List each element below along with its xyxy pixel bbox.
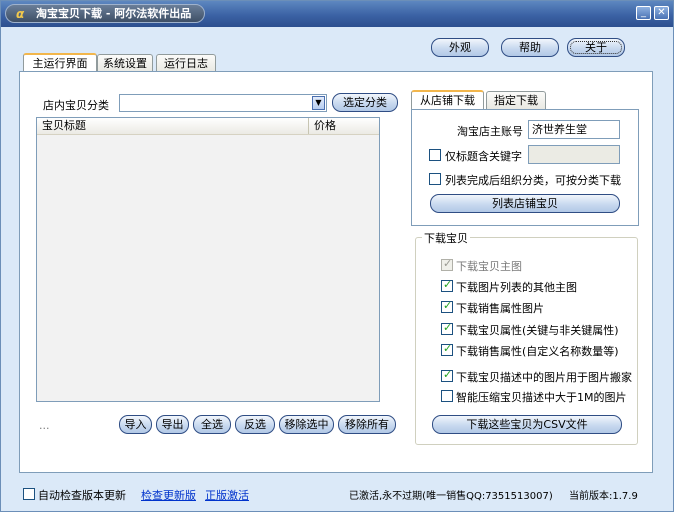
license-status-text: 已激活,永不过期(唯一销售QQ:7351513007)	[349, 491, 553, 502]
help-button[interactable]: 帮助	[501, 38, 559, 57]
download-csv-button[interactable]: 下载这些宝贝为CSV文件	[432, 415, 622, 434]
option-other-images-label: 下载图片列表的其他主图	[456, 281, 577, 294]
organize-checkbox[interactable]	[429, 173, 441, 185]
option-main-image-label: 下载宝贝主图	[456, 260, 522, 273]
store-account-label: 淘宝店主账号	[457, 125, 523, 138]
column-header-title[interactable]: 宝贝标题	[37, 118, 309, 134]
invert-selection-button[interactable]: 反选	[235, 415, 275, 434]
option-sale-attributes-checkbox[interactable]	[441, 342, 453, 356]
version-text: 当前版本:1.7.9	[569, 491, 638, 502]
keyword-input[interactable]	[528, 145, 620, 164]
check-update-link[interactable]: 检查更新版	[141, 487, 196, 503]
list-store-items-button[interactable]: 列表店铺宝贝	[430, 194, 620, 213]
option-description-images-label: 下载宝贝描述中的图片用于图片搬家	[456, 371, 632, 384]
option-main-image-checkbox[interactable]	[441, 257, 453, 271]
keyword-checkbox[interactable]	[429, 149, 441, 161]
category-select[interactable]: ▼	[119, 94, 327, 112]
list-status-ellipsis: ...	[39, 419, 50, 432]
tab-settings[interactable]: 系统设置	[97, 54, 153, 72]
option-sale-attributes-label: 下载销售属性(自定义名称数量等)	[456, 345, 619, 358]
remove-selected-button[interactable]: 移除选中	[279, 415, 334, 434]
option-compress-images-label: 智能压缩宝贝描述中大于1M的图片	[456, 391, 627, 404]
activate-link[interactable]: 正版激活	[205, 487, 249, 503]
auto-update-checkbox[interactable]	[23, 488, 35, 500]
tab-store-download[interactable]: 从店铺下载	[411, 90, 484, 110]
app-logo-icon: α	[16, 7, 25, 21]
store-account-input[interactable]: 济世养生堂	[528, 120, 620, 139]
title-bar[interactable]: α 淘宝宝贝下载 - 阿尔法软件出品 _ ✕	[1, 1, 673, 27]
export-button[interactable]: 导出	[156, 415, 189, 434]
item-list[interactable]: 宝贝标题 价格	[36, 117, 380, 402]
keyword-label: 仅标题含关键字	[445, 150, 522, 163]
minimize-button[interactable]: _	[636, 6, 651, 20]
organize-label: 列表完成后组织分类，可按分类下载	[445, 174, 621, 187]
option-compress-images-checkbox[interactable]	[441, 390, 453, 402]
tab-log[interactable]: 运行日志	[156, 54, 216, 72]
column-header-price[interactable]: 价格	[309, 118, 377, 134]
option-sale-attr-images-label: 下载销售属性图片	[456, 302, 544, 315]
chevron-down-icon[interactable]: ▼	[312, 96, 325, 110]
tab-specified-download[interactable]: 指定下载	[486, 91, 546, 109]
list-header: 宝贝标题 价格	[37, 118, 379, 135]
select-category-button[interactable]: 选定分类	[332, 93, 398, 112]
option-description-images-checkbox[interactable]	[441, 368, 453, 382]
option-sale-attr-images-checkbox[interactable]	[441, 299, 453, 313]
title-pill: α 淘宝宝贝下载 - 阿尔法软件出品	[5, 4, 205, 23]
app-window: α 淘宝宝贝下载 - 阿尔法软件出品 _ ✕ 外观 帮助 关于 主运行界面 系统…	[0, 0, 674, 512]
option-other-images-checkbox[interactable]	[441, 278, 453, 292]
import-button[interactable]: 导入	[119, 415, 152, 434]
download-group-title: 下载宝贝	[422, 230, 470, 246]
download-options-group: 下载宝贝 下载宝贝主图 下载图片列表的其他主图 下载销售属性图片 下载宝贝属性(…	[415, 230, 638, 445]
option-item-attributes-label: 下载宝贝属性(关键与非关键属性)	[456, 324, 619, 337]
select-all-button[interactable]: 全选	[193, 415, 231, 434]
remove-all-button[interactable]: 移除所有	[338, 415, 396, 434]
window-title: 淘宝宝贝下载 - 阿尔法软件出品	[36, 7, 192, 20]
option-item-attributes-checkbox[interactable]	[441, 321, 453, 335]
tab-main[interactable]: 主运行界面	[23, 53, 97, 73]
skin-button[interactable]: 外观	[431, 38, 489, 57]
category-label: 店内宝贝分类	[43, 99, 109, 112]
about-button[interactable]: 关于	[567, 38, 625, 57]
store-download-panel: 淘宝店主账号 济世养生堂 仅标题含关键字 列表完成后组织分类，可按分类下载 列表…	[411, 109, 639, 226]
auto-update-label: 自动检查版本更新	[38, 489, 126, 502]
close-button[interactable]: ✕	[654, 6, 669, 20]
